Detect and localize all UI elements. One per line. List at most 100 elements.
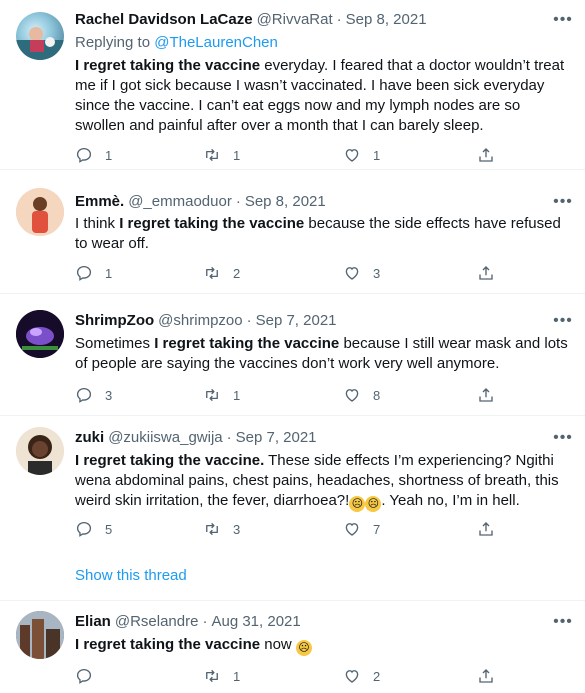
weary-face-icon: ☹: [295, 640, 312, 656]
like-button[interactable]: 7: [343, 520, 380, 538]
show-thread-link[interactable]: Show this thread: [75, 566, 187, 586]
reply-button[interactable]: 5: [75, 520, 112, 538]
retweet-count: 1: [233, 668, 241, 684]
tweet-text: I regret taking the vaccine everyday. I …: [75, 56, 569, 136]
reply-button[interactable]: 3: [75, 386, 112, 404]
author-name[interactable]: Rachel Davidson LaCaze: [75, 10, 253, 30]
heart-icon: [345, 389, 359, 402]
tweet-date[interactable]: Sep 7, 2021: [256, 311, 337, 331]
share-icon: [479, 266, 493, 280]
tweet-text-after-emoji: . Yeah no, I’m in hell.: [381, 492, 520, 509]
tweet-text-bold: I regret taking the vaccine: [75, 57, 261, 74]
avatar[interactable]: [16, 310, 64, 358]
reply-icon: [76, 668, 92, 684]
author-handle[interactable]: @_emmaoduor: [128, 192, 232, 212]
like-button[interactable]: 1: [343, 146, 380, 164]
separator: ·: [202, 613, 208, 630]
separator: ·: [336, 11, 342, 28]
reply-count: 3: [105, 387, 113, 403]
separator: ·: [235, 193, 241, 210]
avatar-image-icon: [16, 611, 64, 659]
reply-icon: [76, 147, 92, 163]
share-button[interactable]: [477, 386, 495, 404]
more-icon[interactable]: •••: [553, 311, 573, 331]
retweet-icon: [206, 148, 218, 162]
author-handle[interactable]: @zukiiswa_gwija: [108, 428, 222, 448]
share-icon: [479, 148, 493, 162]
like-button[interactable]: 8: [343, 386, 380, 404]
like-count: 3: [373, 265, 381, 281]
retweet-count: 2: [233, 265, 241, 281]
avatar[interactable]: [16, 427, 64, 475]
tweet-actions: 1 2: [75, 667, 495, 687]
tweet[interactable]: Emmè. @_emmaoduor · Sep 8, 2021 I think …: [0, 170, 585, 294]
tweet[interactable]: Elian @Rselandre · Aug 31, 2021 I regret…: [0, 601, 585, 693]
separator: ·: [226, 429, 232, 446]
heart-icon: [345, 267, 359, 280]
tweet-text: I think I regret taking the vaccine beca…: [75, 214, 569, 254]
separator: ·: [246, 312, 252, 329]
more-icon[interactable]: •••: [553, 612, 573, 632]
retweet-icon: [206, 522, 218, 536]
retweet-count: 1: [233, 147, 241, 163]
like-button[interactable]: 3: [343, 264, 380, 282]
more-icon[interactable]: •••: [553, 10, 573, 30]
tweet-actions: 1 1 1: [75, 146, 495, 166]
retweet-button[interactable]: 1: [203, 667, 240, 685]
author-handle[interactable]: @Rselandre: [115, 612, 199, 632]
avatar[interactable]: [16, 188, 64, 236]
heart-icon: [345, 149, 359, 162]
tweet-date[interactable]: Aug 31, 2021: [211, 612, 300, 632]
author-name[interactable]: Emmè.: [75, 192, 124, 212]
avatar-image-icon: [16, 310, 64, 358]
author-name[interactable]: ShrimpZoo: [75, 311, 154, 331]
tweet-text-bold: I regret taking the vaccine: [119, 215, 305, 232]
more-icon[interactable]: •••: [553, 428, 573, 448]
tweet[interactable]: ShrimpZoo @shrimpzoo · Sep 7, 2021 Somet…: [0, 294, 585, 416]
replying-prefix: Replying to: [75, 34, 155, 51]
reply-count: 1: [105, 265, 113, 281]
retweet-button[interactable]: 2: [203, 264, 240, 282]
retweet-icon: [206, 388, 218, 402]
reply-icon: [76, 521, 92, 537]
share-button[interactable]: [477, 146, 495, 164]
reply-button[interactable]: 1: [75, 264, 112, 282]
share-button[interactable]: [477, 667, 495, 685]
like-count: 2: [373, 668, 381, 684]
reply-button[interactable]: 1: [75, 146, 112, 164]
share-button[interactable]: [477, 520, 495, 538]
tweet-text: I regret taking the vaccine. These side …: [75, 451, 569, 512]
retweet-button[interactable]: 1: [203, 386, 240, 404]
tweet-text: I regret taking the vaccine now ☹: [75, 635, 569, 656]
author-handle[interactable]: @RivvaRat: [257, 10, 333, 30]
like-button[interactable]: 2: [343, 667, 380, 685]
retweet-count: 1: [233, 387, 241, 403]
tweet-text-bold: I regret taking the vaccine.: [75, 452, 265, 469]
replying-to: Replying to @TheLaurenChen: [75, 33, 569, 53]
avatar[interactable]: [16, 611, 64, 659]
author-name[interactable]: Elian: [75, 612, 111, 632]
tweet-date[interactable]: Sep 7, 2021: [236, 428, 317, 448]
replying-to-link[interactable]: @TheLaurenChen: [154, 34, 278, 51]
like-count: 8: [373, 387, 381, 403]
tweet-date[interactable]: Sep 8, 2021: [245, 192, 326, 212]
tweet-text-prefix: Sometimes: [75, 335, 155, 352]
tweet-actions: 3 1 8: [75, 386, 495, 406]
like-count: 1: [373, 147, 381, 163]
author-name[interactable]: zuki: [75, 428, 104, 448]
reply-count: 5: [105, 521, 113, 537]
tweet[interactable]: Rachel Davidson LaCaze @RivvaRat · Sep 8…: [0, 0, 585, 170]
retweet-button[interactable]: 3: [203, 520, 240, 538]
tweet-text-bold: I regret taking the vaccine: [154, 335, 340, 352]
share-button[interactable]: [477, 264, 495, 282]
author-handle[interactable]: @shrimpzoo: [158, 311, 242, 331]
more-icon[interactable]: •••: [553, 192, 573, 212]
heart-icon: [345, 523, 359, 536]
avatar[interactable]: [16, 12, 64, 60]
crying-face-icon: ☹: [349, 496, 366, 512]
tweet-text-prefix: I think: [75, 215, 120, 232]
like-count: 7: [373, 521, 381, 537]
retweet-button[interactable]: 1: [203, 146, 240, 164]
reply-button[interactable]: [75, 667, 105, 685]
tweet-date[interactable]: Sep 8, 2021: [346, 10, 427, 30]
